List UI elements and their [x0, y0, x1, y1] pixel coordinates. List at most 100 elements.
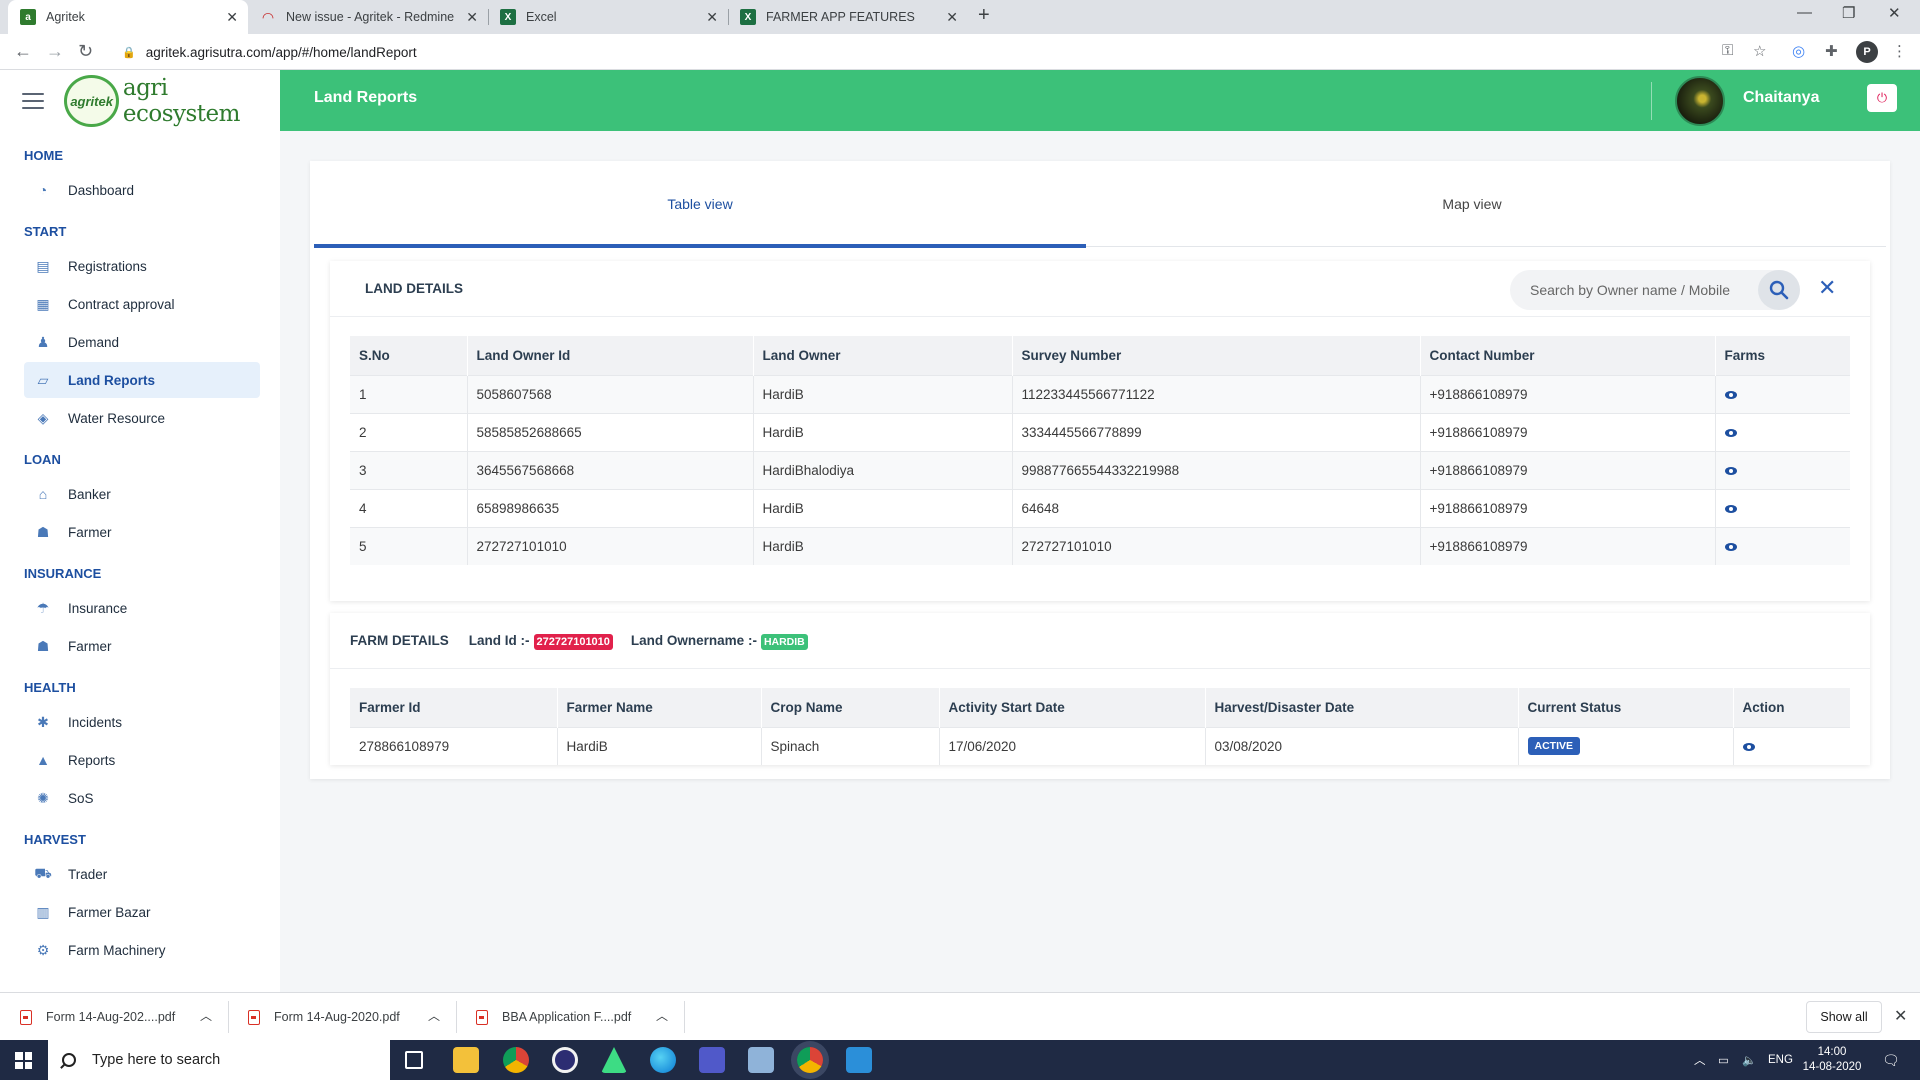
back-icon[interactable]: ← [14, 41, 32, 62]
sidebar-item-reports[interactable]: ▲ Reports [24, 742, 260, 778]
sidebar-item-registrations[interactable]: ▤ Registrations [24, 248, 260, 284]
app-icon[interactable] [748, 1047, 774, 1073]
url-field[interactable]: 🔒 agritek.agrisutra.com/app/#/home/landR… [112, 38, 1752, 66]
search-input[interactable] [1530, 282, 1740, 298]
teams-icon[interactable] [699, 1047, 725, 1073]
taskbar-search[interactable]: Type here to search [48, 1040, 390, 1080]
sidebar-item-banker[interactable]: ⌂ Banker [24, 476, 260, 512]
clear-search-button[interactable]: ✕ [1818, 277, 1836, 299]
tab-map-view[interactable]: Map view [1086, 161, 1858, 247]
sidebar-item-contract-approval[interactable]: ▦ Contract approval [24, 286, 260, 322]
extension-icon[interactable]: ◎ [1792, 42, 1805, 60]
search-button[interactable] [1758, 270, 1800, 310]
view-farms-eye-icon[interactable] [1724, 504, 1737, 513]
browser-tab-excel[interactable]: X Excel ✕ [488, 0, 728, 34]
sidebar-item-water-resource[interactable]: ◈ Water Resource [24, 400, 260, 436]
puzzle-icon[interactable]: ✚ [1825, 42, 1838, 60]
battery-icon[interactable]: ▭ [1718, 1040, 1729, 1080]
menu-dots-icon[interactable]: ⋮ [1892, 42, 1907, 60]
minimize-icon[interactable]: — [1797, 4, 1812, 21]
app-icon[interactable] [846, 1047, 872, 1073]
browser-tab-title: Excel [526, 10, 557, 24]
volume-icon[interactable]: 🔈 [1742, 1040, 1756, 1080]
user-avatar[interactable] [1675, 76, 1725, 126]
download-item[interactable]: Form 14-Aug-202....pdf [20, 993, 175, 1041]
sidebar-item-trader[interactable]: ⛟ Trader [24, 856, 260, 892]
sidebar-item-dashboard[interactable]: ◔ Dashboard [24, 172, 260, 208]
profile-avatar[interactable]: P [1856, 41, 1878, 63]
close-icon[interactable]: ✕ [946, 9, 958, 26]
hamburger-menu-icon[interactable] [22, 93, 45, 109]
land-details-panel: LAND DETAILS ✕ S.NoLand Owner IdLand Own… [330, 261, 1870, 601]
close-icon[interactable]: ✕ [226, 9, 238, 26]
chrome-active-icon[interactable] [797, 1047, 823, 1073]
view-farms-eye-icon[interactable] [1724, 542, 1737, 551]
sidebar-item-sos[interactable]: ✺ SoS [24, 780, 260, 816]
close-icon[interactable]: ✕ [466, 9, 478, 26]
pdf-file-icon [248, 1009, 260, 1025]
browser-tab-redmine[interactable]: ◠ New issue - Agritek - Redmine ✕ [248, 0, 488, 34]
sidebar-item-insurance[interactable]: ☂ Insurance [24, 590, 260, 626]
farmer-icon: ☗ [36, 523, 50, 540]
window-close-icon[interactable]: ✕ [1888, 4, 1901, 22]
browser-tab-agritek[interactable]: a Agritek ✕ [8, 0, 248, 34]
table-header-row: S.No Land Owner Id Land Owner Survey Number… [350, 336, 1850, 375]
chevron-up-icon[interactable]: ︿ [428, 1007, 440, 1024]
table-cell: 64648 [1012, 488, 1421, 527]
download-item[interactable]: BBA Application F....pdf [476, 993, 631, 1041]
android-studio-icon[interactable] [601, 1047, 627, 1073]
close-icon[interactable]: ✕ [1894, 1006, 1907, 1026]
system-clock[interactable]: 14:00 14-08-2020 [1800, 1045, 1864, 1075]
restore-icon[interactable]: ❐ [1842, 4, 1855, 22]
sidebar-item-farmer-bazar[interactable]: ▥ Farmer Bazar [24, 894, 260, 930]
sidebar-item-label: Water Resource [68, 410, 166, 426]
page-title: Land Reports [314, 89, 418, 106]
view-farms-eye-icon[interactable] [1724, 466, 1737, 475]
browser-tab-farmer-app[interactable]: X FARMER APP FEATURES ✕ [728, 0, 968, 34]
search-icon [62, 1053, 76, 1067]
close-icon[interactable]: ✕ [706, 9, 718, 26]
eclipse-icon[interactable] [552, 1047, 578, 1073]
tray-chevron-icon[interactable]: ︿ [1694, 1040, 1706, 1080]
key-icon[interactable]: ⚿ [1722, 42, 1733, 59]
view-farms-eye-icon[interactable] [1724, 428, 1737, 437]
chevron-up-icon[interactable]: ︿ [200, 1007, 212, 1024]
forward-icon[interactable]: → [46, 41, 64, 62]
show-all-button[interactable]: Show all [1806, 1001, 1882, 1033]
task-view-icon[interactable] [405, 1051, 423, 1069]
column-header: Current Status [1518, 688, 1734, 727]
table-row: 4 65898986635 HardiB 64648 +918866108979 [350, 488, 1850, 527]
action-cell [1733, 726, 1850, 765]
table-cell: 998877665544332219988 [1012, 450, 1421, 489]
new-tab-icon[interactable]: + [978, 4, 990, 27]
download-item[interactable]: Form 14-Aug-2020.pdf [248, 993, 400, 1041]
file-explorer-icon[interactable] [453, 1047, 479, 1073]
land-details-table: S.No Land Owner Id Land Owner Survey Number… [350, 336, 1850, 565]
sidebar-item-incidents[interactable]: ✱ Incidents [24, 704, 260, 740]
view-farms-eye-icon[interactable] [1724, 390, 1737, 399]
logout-button[interactable]: ⏻ [1867, 84, 1897, 112]
sidebar-item-demand[interactable]: ♟ Demand [24, 324, 260, 360]
sidebar-item-farmer[interactable]: ☗ Farmer [24, 514, 260, 550]
farms-cell [1715, 412, 1850, 451]
tab-table-view[interactable]: Table view [314, 161, 1086, 248]
user-name[interactable]: Chaitanya [1743, 89, 1819, 107]
reload-icon[interactable]: ↻ [78, 41, 93, 62]
sos-icon: ✺ [37, 789, 49, 806]
sidebar-item-land-reports[interactable]: ▱ Land Reports [24, 362, 260, 398]
sidebar-item-farmer[interactable]: ☗ Farmer [24, 628, 260, 664]
language-indicator[interactable]: ENG [1768, 1040, 1793, 1080]
table-cell: HardiB [753, 412, 1013, 451]
sidebar-item-label: Land Reports [68, 372, 156, 388]
column-header: S.No [350, 336, 468, 375]
windows-start-icon[interactable] [15, 1052, 32, 1069]
download-filename: BBA Application F....pdf [502, 1010, 632, 1024]
view-farm-eye-icon[interactable] [1742, 742, 1755, 751]
demand-icon: ♟ [36, 333, 50, 350]
notification-icon[interactable]: 🗨 [1882, 1040, 1900, 1080]
sidebar-item-farm-machinery[interactable]: ⚙ Farm Machinery [24, 932, 260, 968]
chevron-up-icon[interactable]: ︿ [656, 1007, 668, 1024]
edge-icon[interactable] [650, 1047, 676, 1073]
star-icon[interactable]: ☆ [1753, 42, 1766, 60]
chrome-icon[interactable] [503, 1047, 529, 1073]
